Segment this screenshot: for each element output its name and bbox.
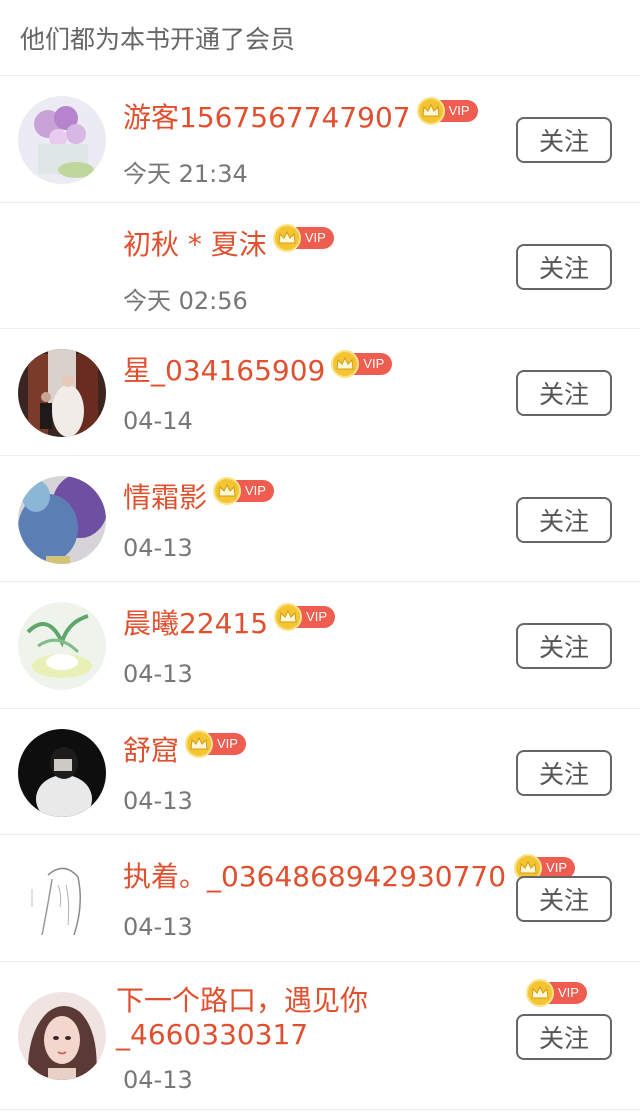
follow-button[interactable]: 关注 <box>516 749 612 796</box>
follow-time: 04-13 <box>123 913 193 941</box>
avatar[interactable] <box>18 223 106 311</box>
avatar[interactable] <box>18 855 106 943</box>
list-item[interactable]: 执着。_0364868942930770 VIP 04-13 关注 <box>0 835 640 962</box>
member-name[interactable]: 执着。_0364868942930770 <box>123 859 506 895</box>
follow-time: 04-14 <box>123 407 193 435</box>
crown-icon <box>526 978 554 1007</box>
vip-badge: VIP <box>185 729 246 758</box>
vip-label: VIP <box>306 609 328 624</box>
follow-button[interactable]: 关注 <box>516 1013 612 1060</box>
member-name-line: 舒窟 VIP <box>123 729 246 769</box>
vip-badge: VIP <box>274 603 336 631</box>
follow-button[interactable]: 关注 <box>516 623 612 669</box>
member-name-line: 初秋 * 夏沫 VIP <box>123 223 334 263</box>
vip-badge: VIP <box>526 978 587 1007</box>
follow-button[interactable]: 关注 <box>516 876 612 922</box>
member-list: 游客1567567747907 VIP 今天 21:34 关注 初秋 * 夏沫 … <box>0 76 640 1110</box>
avatar[interactable] <box>18 728 106 817</box>
crown-icon <box>274 603 303 631</box>
vip-badge: VIP <box>331 350 393 378</box>
member-name[interactable]: 下一个路口，遇见你_4660330317 <box>116 984 416 1052</box>
follow-button[interactable]: 关注 <box>516 496 612 543</box>
vip-badge: VIP <box>213 476 274 505</box>
vip-label: VIP <box>448 103 470 118</box>
follow-time: 04-13 <box>123 1065 193 1094</box>
follow-button[interactable]: 关注 <box>516 370 612 416</box>
member-name-line: 下一个路口，遇见你_4660330317 <box>116 984 416 1052</box>
member-name-line: 晨曦22415 VIP <box>123 603 336 642</box>
vip-label: VIP <box>363 356 385 371</box>
member-name[interactable]: 晨曦22415 <box>123 606 268 642</box>
vip-label: VIP <box>245 482 266 498</box>
follow-time: 04-13 <box>123 786 193 815</box>
member-name-line: 执着。_0364868942930770 VIP <box>123 854 576 895</box>
member-name[interactable]: 舒窟 <box>123 733 179 769</box>
avatar[interactable] <box>18 475 106 564</box>
follow-button[interactable]: 关注 <box>516 117 612 163</box>
member-name[interactable]: 星_034165909 <box>123 353 325 389</box>
list-item[interactable]: 晨曦22415 VIP 04-13 关注 <box>0 582 640 709</box>
page-header: 他们都为本书开通了会员 <box>0 0 640 76</box>
vip-badge: VIP <box>416 97 478 125</box>
avatar[interactable] <box>18 602 106 690</box>
page-title: 他们都为本书开通了会员 <box>20 24 296 54</box>
vip-badge: VIP <box>272 223 334 252</box>
member-name[interactable]: 初秋 * 夏沫 <box>123 227 267 263</box>
member-name[interactable]: 游客1567567747907 <box>123 100 411 136</box>
avatar[interactable] <box>18 349 106 437</box>
avatar[interactable] <box>18 991 106 1080</box>
member-name[interactable]: 情霜影 <box>123 480 207 516</box>
list-item[interactable]: 初秋 * 夏沫 VIP 今天 02:56 关注 <box>0 203 640 329</box>
crown-icon <box>185 729 214 758</box>
list-item[interactable]: 星_034165909 VIP 04-14 关注 <box>0 329 640 456</box>
vip-label: VIP <box>217 735 238 751</box>
follow-time: 今天 21:34 <box>123 160 248 188</box>
follow-button[interactable]: 关注 <box>516 243 612 290</box>
crown-icon <box>213 476 242 505</box>
list-item[interactable]: 舒窟 VIP 04-13 关注 <box>0 709 640 835</box>
list-item[interactable]: 游客1567567747907 VIP 今天 21:34 关注 <box>0 76 640 203</box>
list-item[interactable]: 下一个路口，遇见你_4660330317 VIP 04-13 关注 <box>0 962 640 1110</box>
vip-label: VIP <box>304 229 326 245</box>
follow-time: 04-13 <box>123 660 193 688</box>
list-item[interactable]: 情霜影 VIP 04-13 关注 <box>0 456 640 582</box>
vip-label: VIP <box>558 984 579 1000</box>
crown-icon <box>272 223 301 252</box>
member-name-line: 星_034165909 VIP <box>123 350 393 389</box>
follow-time: 04-13 <box>123 533 193 562</box>
avatar[interactable] <box>18 96 106 184</box>
follow-time: 今天 02:56 <box>123 286 248 315</box>
member-name-line: 情霜影 VIP <box>123 476 274 516</box>
member-name-line: 游客1567567747907 VIP <box>123 97 478 136</box>
crown-icon <box>331 350 360 378</box>
crown-icon <box>416 97 445 125</box>
